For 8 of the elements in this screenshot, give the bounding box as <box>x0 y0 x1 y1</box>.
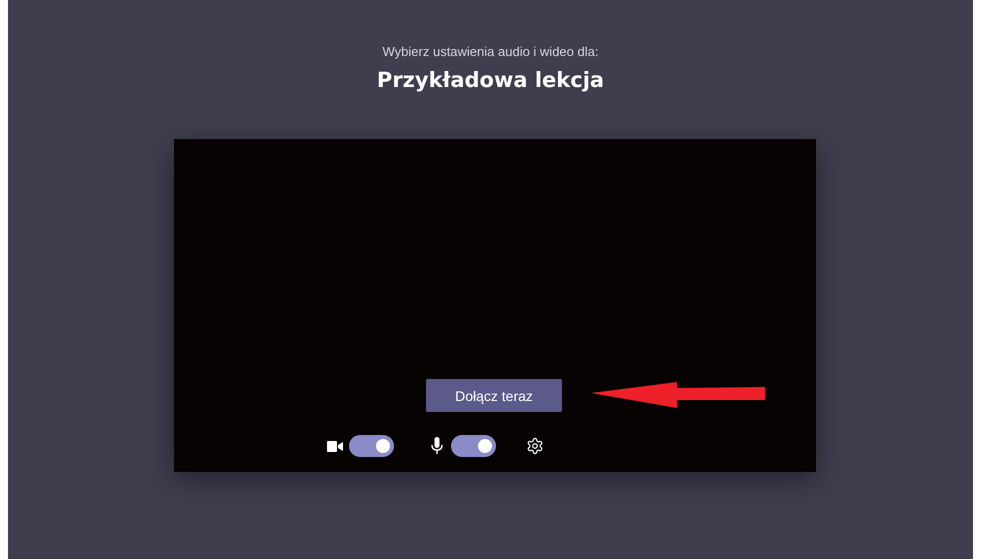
microphone-icon <box>430 437 442 455</box>
microphone-toggle[interactable] <box>450 435 496 457</box>
camera-toggle[interactable] <box>348 435 394 457</box>
camera-icon <box>326 440 342 452</box>
subtitle: Wybierz ustawienia audio i wideo dla: <box>382 44 598 59</box>
join-button[interactable]: Dołącz teraz <box>426 379 562 412</box>
settings-icon[interactable] <box>526 437 544 455</box>
meeting-title: Przykładowa lekcja <box>376 68 604 92</box>
